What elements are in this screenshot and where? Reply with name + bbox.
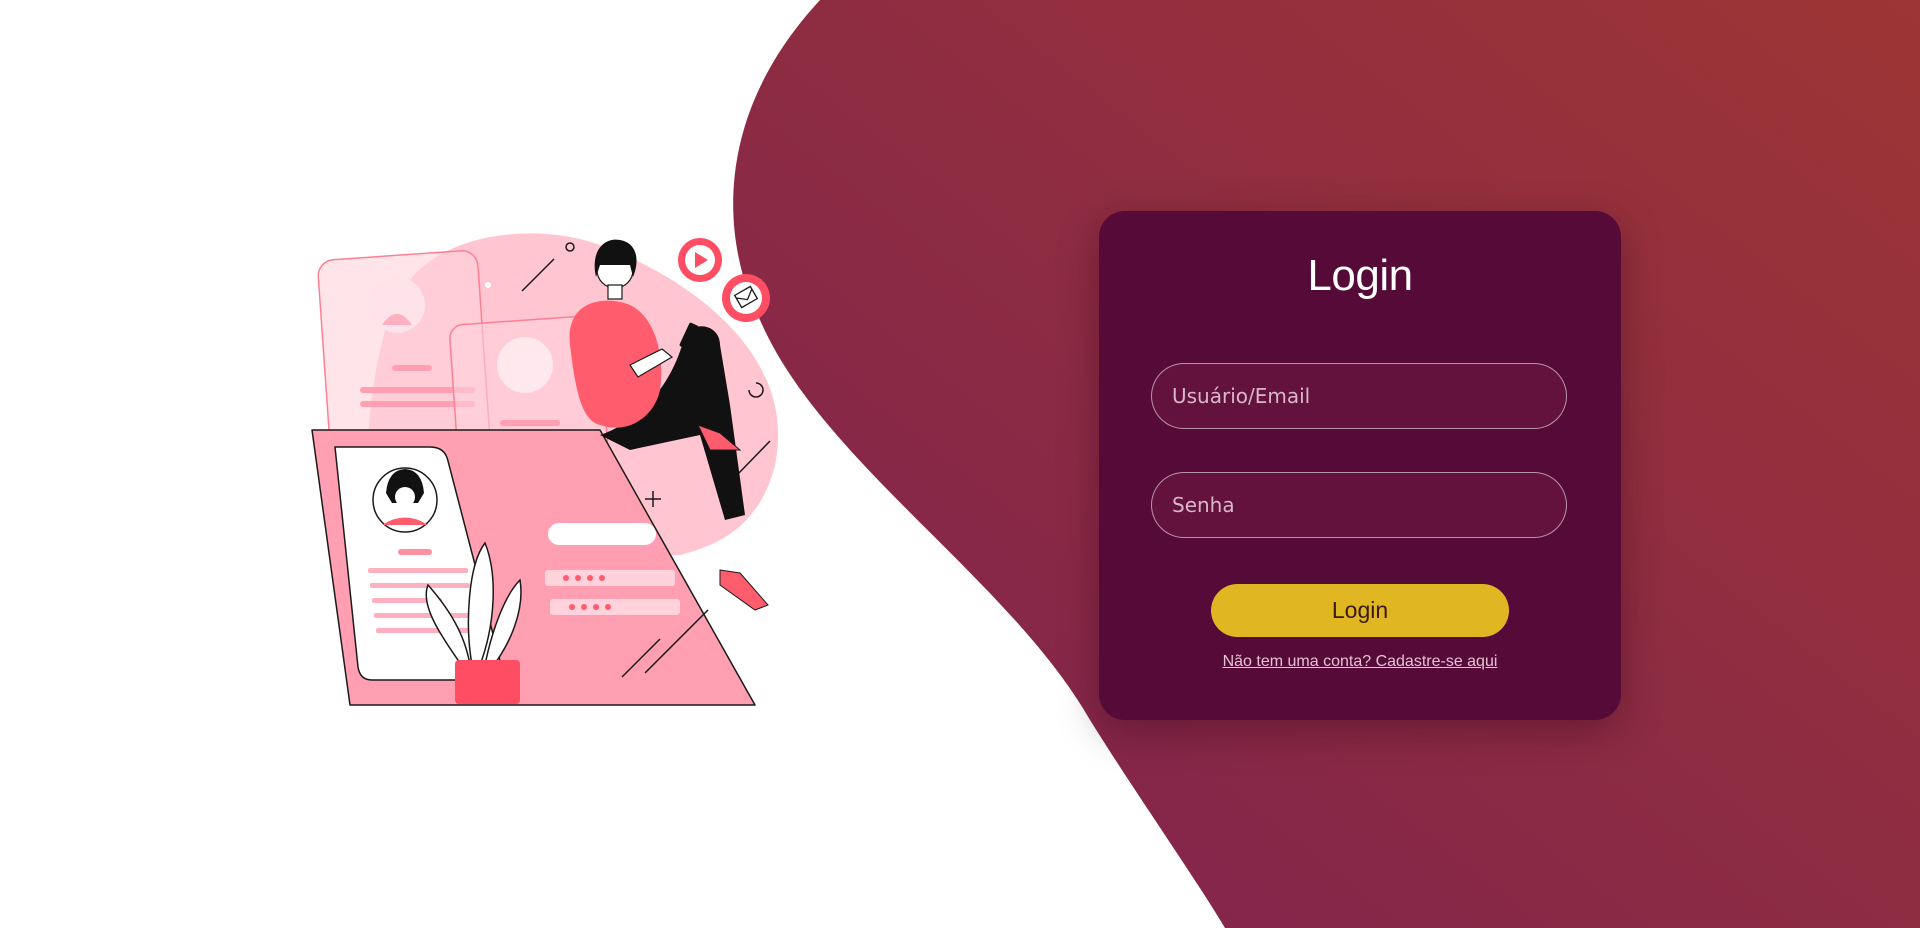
signup-link[interactable]: Não tem uma conta? Cadastre-se aqui [1099, 653, 1621, 671]
login-illustration [311, 233, 779, 706]
play-icon [678, 238, 722, 282]
password-field[interactable] [1151, 472, 1567, 538]
username-field[interactable] [1151, 363, 1567, 429]
login-button[interactable]: Login [1211, 584, 1509, 637]
login-card: Login Login Não tem uma conta? Cadastre-… [1099, 211, 1621, 720]
background-wave [733, 0, 1920, 928]
login-title: Login [1307, 251, 1413, 300]
mail-icon [722, 274, 770, 322]
